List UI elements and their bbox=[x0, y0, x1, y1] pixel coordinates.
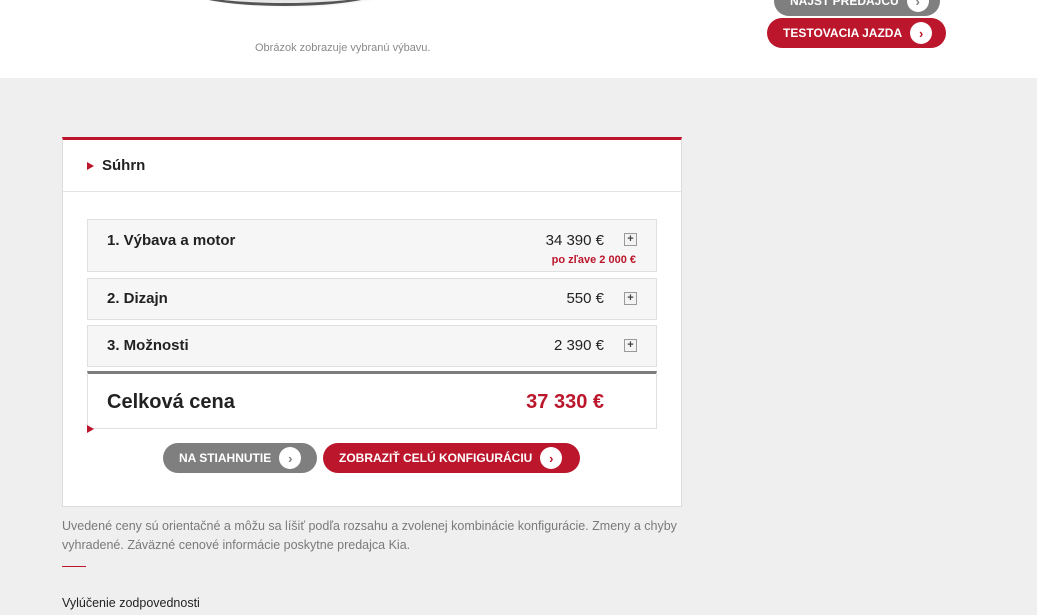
download-button[interactable]: NA STIAHNUTIE › bbox=[163, 443, 317, 473]
price-note: Uvedené ceny sú orientačné a môžu sa líš… bbox=[62, 519, 677, 552]
chevron-right-icon: › bbox=[910, 22, 933, 44]
test-drive-button[interactable]: TESTOVACIA JAZDA › bbox=[767, 18, 946, 48]
discount-text: po zľave 2 000 € bbox=[551, 254, 636, 266]
disclaimer-link[interactable]: Vylúčenie zodpovednosti bbox=[62, 596, 200, 610]
show-full-configuration-button[interactable]: ZOBRAZIŤ CELÚ KONFIGURÁCIU › bbox=[323, 443, 580, 473]
summary-title: Súhrn bbox=[102, 157, 146, 174]
chevron-right-icon: › bbox=[540, 447, 563, 469]
row-price: 550 € bbox=[566, 290, 604, 307]
chevron-right-icon: › bbox=[279, 447, 302, 469]
summary-row-equipment-engine[interactable]: 1. Výbava a motor 34 390 € + po zľave 2 … bbox=[87, 219, 657, 272]
find-dealer-label: NÁJSŤ PREDAJCU bbox=[790, 0, 899, 8]
total-price-row: Celková cena 37 330 € bbox=[87, 371, 657, 429]
triangle-right-icon bbox=[87, 425, 94, 433]
hero-area: Obrázok zobrazuje vybranú výbavu. NÁJSŤ … bbox=[0, 0, 1037, 78]
show-full-configuration-label: ZOBRAZIŤ CELÚ KONFIGURÁCIU bbox=[339, 451, 533, 465]
image-caption: Obrázok zobrazuje vybranú výbavu. bbox=[255, 42, 431, 54]
test-drive-label: TESTOVACIA JAZDA bbox=[783, 26, 903, 40]
chevron-right-icon: › bbox=[906, 0, 929, 12]
divider bbox=[62, 566, 86, 567]
total-price: 37 330 € bbox=[526, 391, 604, 413]
expand-plus-icon[interactable]: + bbox=[624, 292, 637, 305]
find-dealer-button[interactable]: NÁJSŤ PREDAJCU › bbox=[774, 0, 940, 16]
summary-row-design[interactable]: 2. Dizajn 550 € + bbox=[87, 278, 657, 320]
summary-card: Súhrn 1. Výbava a motor 34 390 € + po zľ… bbox=[62, 137, 682, 507]
row-label: 1. Výbava a motor bbox=[107, 232, 236, 249]
total-label: Celková cena bbox=[107, 391, 235, 413]
summary-row-options[interactable]: 3. Možnosti 2 390 € + bbox=[87, 325, 657, 367]
expand-plus-icon[interactable]: + bbox=[624, 233, 637, 246]
download-label: NA STIAHNUTIE bbox=[179, 451, 272, 465]
row-price: 34 390 € bbox=[545, 232, 604, 249]
summary-header[interactable]: Súhrn bbox=[63, 140, 681, 192]
row-price: 2 390 € bbox=[553, 337, 604, 354]
expand-plus-icon[interactable]: + bbox=[624, 339, 637, 352]
triangle-right-icon bbox=[87, 161, 94, 170]
row-label: 3. Možnosti bbox=[107, 337, 189, 354]
row-label: 2. Dizajn bbox=[107, 290, 168, 307]
